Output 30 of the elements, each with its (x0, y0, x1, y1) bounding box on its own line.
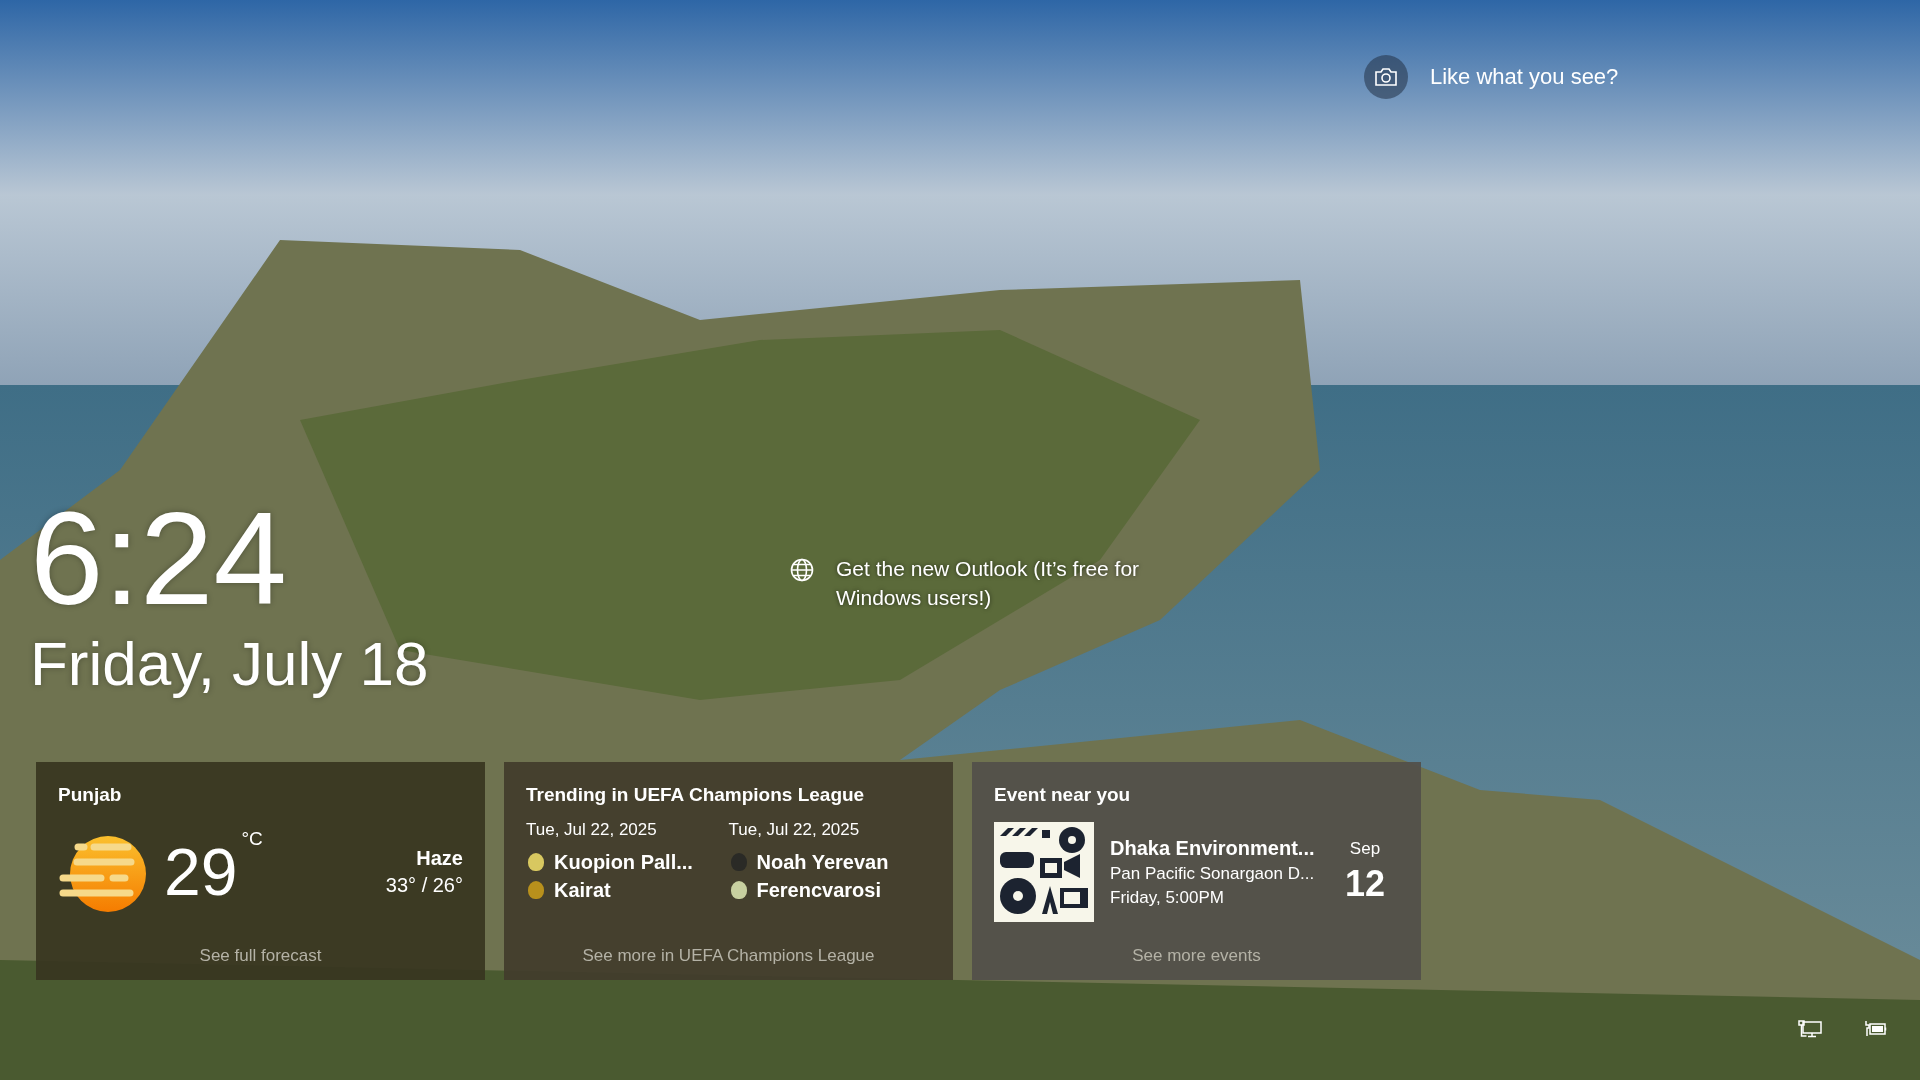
network-icon[interactable] (1798, 1020, 1822, 1038)
card-title: Event near you (994, 783, 1132, 807)
clock-date: Friday, July 18 (30, 630, 429, 698)
temperature-unit: °C (241, 828, 263, 850)
event-venue: Pan Pacific Sonargaon D... (1110, 863, 1316, 884)
weather-condition: Haze (416, 847, 463, 870)
outlook-tip[interactable]: Get the new Outlook (It’s free for Windows users!) (836, 554, 1176, 612)
battery-charging-icon[interactable] (1864, 1020, 1888, 1038)
temperature: 29 (164, 837, 238, 907)
event-month: Sep (1349, 839, 1381, 859)
temperature-range: 33° / 26° (385, 874, 463, 897)
team-name[interactable]: Noah Yerevan (756, 850, 889, 874)
camera-button[interactable] (1364, 55, 1408, 99)
globe-icon[interactable] (790, 558, 814, 582)
event-time: Friday, 5:00PM (1110, 887, 1225, 908)
match-date: Tue, Jul 22, 2025 (526, 819, 658, 841)
team-name[interactable]: Ferencvarosi (756, 878, 881, 902)
film-equipment-drawing[interactable] (994, 822, 1094, 922)
card-title: Trending in UEFA Champions League (526, 783, 866, 807)
more-link[interactable]: See more events (1132, 946, 1261, 966)
location-name: Punjab (58, 783, 123, 807)
event-day: 12 (1344, 863, 1385, 905)
team-name[interactable]: Kairat (554, 878, 611, 902)
forecast-link[interactable]: See full forecast (199, 946, 322, 966)
team-name[interactable]: Kuopion Pall... (554, 850, 693, 874)
match-date: Tue, Jul 22, 2025 (728, 819, 861, 841)
more-link[interactable]: See more in UEFA Champions League (582, 946, 875, 966)
clock-time: 6:24 (30, 494, 287, 624)
camera-icon (1375, 68, 1397, 86)
event-name[interactable]: Dhaka Environment... (1110, 836, 1325, 860)
